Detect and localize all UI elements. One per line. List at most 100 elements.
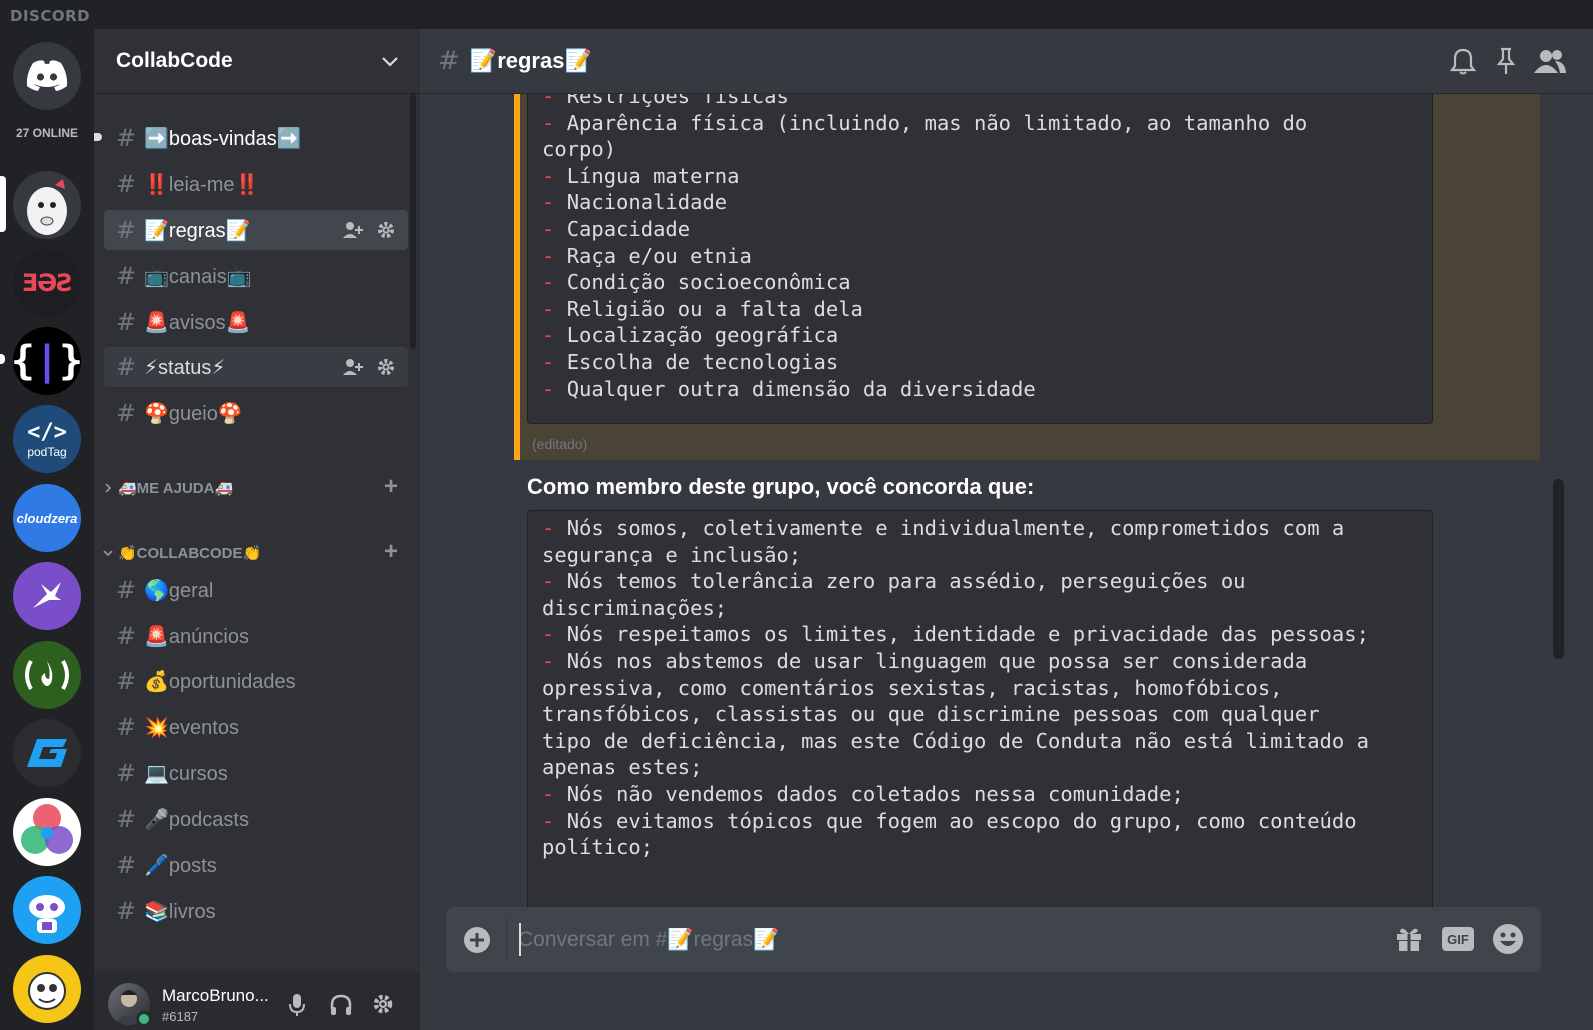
channel-avisos[interactable]: # 🚨avisos🚨 [104, 302, 408, 342]
channel-cursos[interactable]: # 💻cursos [104, 753, 408, 793]
list-dash: - [542, 516, 567, 540]
list-dash: - [542, 270, 567, 295]
list-dash: - [542, 808, 567, 833]
channel-label: 📚livros [144, 900, 216, 923]
channel-livros[interactable]: # 📚livros [104, 891, 408, 931]
add-channel-icon[interactable]: + [384, 475, 398, 499]
server-7[interactable] [13, 562, 81, 630]
microphone-icon[interactable] [288, 993, 306, 1017]
server-11[interactable] [13, 876, 81, 944]
list-dash: - [542, 216, 567, 241]
title-bar: DISCORD [0, 0, 1593, 29]
channel-label: 🌎geral [144, 579, 214, 602]
agreement-list-item: - Nós não vendemos dados coletados nessa… [542, 781, 1418, 808]
chevron-right-icon [105, 483, 112, 493]
composer-separator [506, 917, 507, 962]
message-composer: GIF [446, 907, 1541, 972]
agreement-list-item: - Nós evitamos tópicos que fogem ao esco… [542, 808, 1418, 861]
user-settings-gear-icon[interactable] [372, 993, 394, 1015]
online-count: 27 ONLINE [15, 126, 78, 140]
online-status-indicator [136, 1011, 152, 1027]
server-12[interactable] [13, 955, 81, 1023]
gear-icon[interactable] [376, 357, 396, 377]
server-3[interactable]: ƎƏƧ [13, 249, 81, 317]
members-icon[interactable] [1533, 47, 1567, 75]
collabcode-mascot-icon [27, 179, 67, 235]
hash-icon: # [438, 46, 460, 76]
message-heading: Como membro deste grupo, você concorda q… [527, 474, 1035, 499]
list-item-text: Capacidade [566, 216, 691, 241]
invite-icon[interactable] [342, 357, 364, 377]
server-10[interactable] [13, 798, 81, 866]
cloudzera-label: cloudzera [16, 510, 78, 526]
headphones-icon[interactable] [329, 993, 353, 1017]
chevron-down-icon [382, 57, 398, 67]
channel-boas-vindas[interactable]: # ➡️boas-vindas➡️ [104, 118, 408, 158]
channel-canais[interactable]: # 📺canais📺 [104, 256, 408, 296]
gift-icon[interactable] [1394, 923, 1424, 953]
channel-eventos[interactable]: # 💥eventos [104, 707, 408, 747]
list-dash: - [542, 243, 567, 268]
guild-header[interactable]: CollabCode [94, 29, 420, 94]
sidebar-scrollbar[interactable] [410, 94, 416, 349]
robot-icon [29, 895, 65, 933]
channel-oportunidades[interactable]: # 💰oportunidades [104, 661, 408, 701]
server-freecodecamp[interactable] [13, 641, 81, 709]
pin-icon[interactable] [1496, 47, 1516, 75]
server-podtag[interactable]: </> podTag [13, 405, 81, 473]
server-collabcode[interactable] [13, 171, 81, 239]
category-label: 🚑ME AJUDA🚑 [118, 480, 234, 497]
diversity-list-item: - Condição socioeconômica [542, 269, 1418, 296]
list-dash: - [542, 323, 567, 348]
channel-label: 🎤podcasts [144, 808, 249, 831]
list-item-text: Nós nos abstemos de usar linguagem que p… [542, 648, 1369, 780]
channel-label: 🚨anúncios [144, 625, 249, 648]
list-item-text: Condição socioeconômica [566, 270, 851, 295]
agreement-list-item: - Nós respeitamos os limites, identidade… [542, 621, 1418, 648]
unread-server-indicator [0, 354, 5, 364]
channel-posts[interactable]: # 🖊️posts [104, 845, 408, 885]
home-server-button[interactable] [13, 42, 81, 110]
bell-icon[interactable] [1450, 47, 1476, 75]
list-dash: - [542, 190, 567, 215]
gear-icon[interactable] [376, 220, 396, 240]
channel-anuncios[interactable]: # 🚨anúncios [104, 616, 408, 656]
add-channel-icon[interactable]: + [384, 540, 398, 564]
message-input[interactable] [518, 907, 1378, 972]
list-item-text: Nós evitamos tópicos que fogem ao escopo… [542, 808, 1357, 860]
server-cloudzera[interactable]: cloudzera [13, 484, 81, 552]
category-collabcode[interactable]: 👏COLLABCODE👏 + [102, 540, 412, 565]
channel-label: 🖊️posts [144, 854, 217, 877]
guild-name: CollabCode [116, 49, 233, 72]
server-9[interactable] [13, 719, 81, 787]
agreement-list-item: - Nós temos tolerância zero para assédio… [542, 568, 1418, 621]
list-item-text: Aparência física (incluindo, mas não lim… [542, 110, 1308, 162]
freecodecamp-icon [25, 660, 69, 690]
list-item-text: Nós temos tolerância zero para assédio, … [542, 569, 1246, 620]
diversity-list-item: - Nacionalidade [542, 189, 1418, 216]
channel-regras[interactable]: # 📝regras📝 [104, 210, 408, 250]
channel-gueio[interactable]: # 🍄gueio🍄 [104, 393, 408, 433]
bird-icon [33, 582, 61, 608]
channel-label: 📝regras📝 [144, 219, 251, 242]
channel-geral[interactable]: # 🌎geral [104, 570, 408, 610]
list-item-text: Nacionalidade [566, 190, 728, 215]
channel-podcasts[interactable]: # 🎤podcasts [104, 799, 408, 839]
hash-icon: # [116, 216, 137, 244]
category-me-ajuda[interactable]: 🚑ME AJUDA🚑 + [102, 475, 412, 500]
hash-icon: # [116, 170, 137, 198]
agreement-list-item: - Nós nos abstemos de usar linguagem que… [542, 648, 1418, 781]
emoji-picker-icon[interactable] [1492, 923, 1524, 955]
curly-braces-icon: {|} [13, 338, 81, 384]
channel-leia-me[interactable]: # ‼️leia-me‼️ [104, 164, 408, 204]
username: MarcoBruno... [162, 986, 269, 1005]
server-4[interactable]: {|} [13, 327, 81, 395]
chat-scrollbar[interactable] [1553, 479, 1564, 659]
upload-plus-icon[interactable] [462, 925, 492, 955]
discord-window: DISCORD 27 ONLINE ƎƏƧ {|} </> podTag clo… [0, 0, 1593, 1030]
list-dash: - [542, 569, 567, 594]
channel-status[interactable]: # ⚡status⚡ [104, 347, 408, 387]
gif-icon[interactable]: GIF [1441, 926, 1475, 952]
invite-icon[interactable] [342, 220, 364, 240]
user-panel: MarcoBruno... #6187 [94, 971, 420, 1030]
